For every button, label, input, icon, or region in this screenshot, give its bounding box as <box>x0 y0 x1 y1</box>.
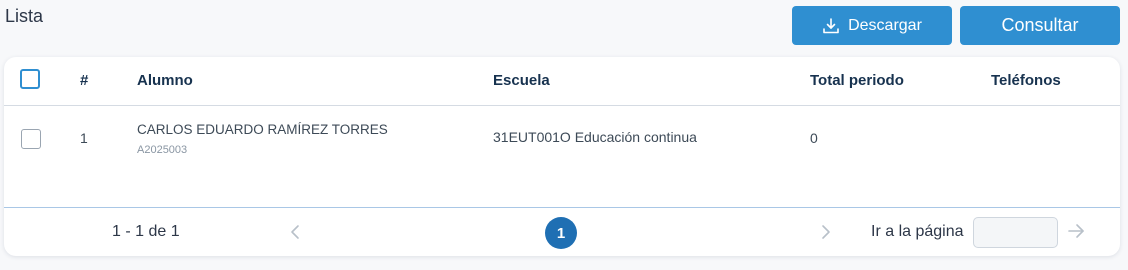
consult-button[interactable]: Consultar <box>960 6 1120 45</box>
table-header: # Alumno Escuela Total periodo Teléfonos <box>4 57 1120 106</box>
goto-page-input[interactable] <box>973 217 1058 248</box>
results-table: # Alumno Escuela Total periodo Teléfonos… <box>4 57 1120 256</box>
download-button-label: Descargar <box>848 16 922 34</box>
goto-page-label: Ir a la página <box>871 223 964 240</box>
download-icon <box>822 17 840 35</box>
student-name: CARLOS EDUARDO RAMÍREZ TORRES <box>137 122 388 137</box>
chevron-left-icon[interactable] <box>290 224 300 245</box>
column-header-student[interactable]: Alumno <box>137 72 193 89</box>
total-period-cell: 0 <box>810 130 818 146</box>
row-number: 1 <box>80 130 88 146</box>
pagination-range: 1 - 1 de 1 <box>112 223 180 240</box>
chevron-right-icon[interactable] <box>821 224 831 245</box>
select-all-checkbox[interactable] <box>20 69 40 89</box>
download-button[interactable]: Descargar <box>792 6 952 45</box>
page-button-current[interactable]: 1 <box>545 217 577 249</box>
student-id: A2025003 <box>137 144 188 156</box>
page-title: Lista <box>5 6 44 26</box>
column-header-school[interactable]: Escuela <box>493 72 550 89</box>
row-checkbox[interactable] <box>21 129 41 149</box>
school-cell: 31EUT001O Educación continua <box>493 129 697 145</box>
arrow-right-icon[interactable] <box>1067 223 1085 244</box>
column-header-total-period[interactable]: Total periodo <box>810 72 904 89</box>
column-header-phones[interactable]: Teléfonos <box>991 72 1061 89</box>
column-header-number[interactable]: # <box>80 72 88 89</box>
pagination: 1 - 1 de 1 1 Ir a la página <box>4 207 1120 256</box>
